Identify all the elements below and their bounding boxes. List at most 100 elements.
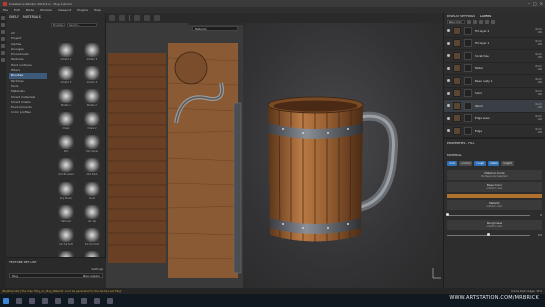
layer-row[interactable]: Scratches Norm 100	[444, 50, 545, 63]
category-item[interactable]: Color profiles	[9, 110, 47, 115]
chip-height[interactable]: height	[501, 161, 514, 166]
clone-tool-icon[interactable]	[1, 51, 5, 55]
layer-row[interactable]: Edge wear Norm 100	[444, 113, 545, 125]
picker-tool-icon[interactable]	[1, 58, 5, 62]
tab-materials[interactable]: MATERIALS	[23, 15, 41, 19]
brush-thumb[interactable]: Chalk 2	[80, 112, 104, 133]
eye-icon[interactable]	[447, 54, 450, 58]
eye-icon[interactable]	[447, 79, 450, 83]
shader-dropdown[interactable]: Main shader	[83, 274, 100, 278]
metallic-slider-knob[interactable]	[445, 213, 449, 216]
menu-window[interactable]: Window	[40, 8, 52, 12]
metallic-slider[interactable]: 0	[445, 212, 542, 218]
roughness-slider-knob[interactable]	[487, 233, 490, 236]
3d-viewport[interactable]	[243, 23, 443, 288]
eye-icon[interactable]	[447, 129, 450, 133]
brush-thumb[interactable]: Dirt	[54, 135, 78, 156]
material-mode-field[interactable]: Material mode No Resource Selected	[447, 170, 542, 180]
uv-viewport[interactable]	[106, 13, 243, 288]
paint-tool-icon[interactable]	[1, 16, 5, 20]
uv-texture-canvas[interactable]	[106, 13, 243, 288]
metallic-field[interactable]: Metallic uniform color	[447, 200, 542, 210]
roughness-value[interactable]: 0.5	[532, 234, 542, 237]
smudge-tool-icon[interactable]	[1, 44, 5, 48]
projection-tool-icon[interactable]	[1, 30, 5, 34]
tab-shelf[interactable]: SHELF	[9, 15, 19, 19]
brush-thumb[interactable]: Ink Tip Soft	[54, 227, 78, 249]
maximize-icon[interactable]: □	[533, 1, 537, 6]
view-mode-icon[interactable]	[109, 15, 115, 21]
brush-thumb[interactable]: Artistic 1	[54, 43, 78, 64]
menu-mode[interactable]: Mode	[26, 8, 34, 12]
chip-color[interactable]: color	[447, 161, 458, 166]
browser-icon[interactable]	[55, 297, 61, 304]
brush-thumb[interactable]: Dirt Dust	[80, 158, 104, 179]
brush-thumb[interactable]: Chalk	[54, 112, 78, 133]
brush-thumb[interactable]: Bristle 2	[80, 89, 104, 110]
search-icon[interactable]	[16, 297, 22, 304]
metallic-value[interactable]: 0	[532, 214, 542, 217]
eraser-tool-icon[interactable]	[1, 23, 5, 27]
brush-thumb[interactable]: Ink Tip Hard	[80, 227, 104, 249]
split-view-icon[interactable]	[154, 15, 160, 21]
eye-icon[interactable]	[447, 66, 450, 70]
substance-painter-icon[interactable]	[81, 297, 87, 304]
file-explorer-icon[interactable]	[42, 297, 48, 304]
brush-thumb[interactable]: Dirt Brushed	[54, 158, 78, 179]
add-folder-icon[interactable]	[485, 20, 489, 24]
chip-metal[interactable]: metal	[488, 161, 500, 166]
layer-row[interactable]: Edge Norm 100	[444, 125, 545, 138]
task-view-icon[interactable]	[29, 297, 35, 304]
brush-thumb[interactable]: Dirt Spots	[80, 135, 104, 156]
brush-thumb[interactable]: Hatched	[54, 204, 78, 226]
base-color-field[interactable]: Base Color uniform color	[447, 182, 542, 192]
menu-file[interactable]: File	[3, 8, 8, 12]
eye-icon[interactable]	[447, 29, 450, 33]
brush-thumb[interactable]: Bristle 1	[54, 89, 78, 110]
chip-rough[interactable]: rough	[474, 161, 487, 166]
brush-thumb[interactable]: Artistic 2	[80, 43, 104, 64]
chip-normal[interactable]: normal	[459, 161, 473, 166]
app-icon[interactable]	[107, 297, 113, 304]
menu-edit[interactable]: Edit	[14, 8, 20, 12]
eye-icon[interactable]	[447, 91, 450, 95]
geometry-mask-icon[interactable]	[1, 37, 5, 41]
eye-icon[interactable]	[447, 41, 450, 45]
app-icon[interactable]	[94, 297, 100, 304]
settings-button[interactable]: Settings	[92, 267, 103, 271]
brush-thumb[interactable]: Artistic 3	[54, 66, 78, 87]
start-icon[interactable]	[3, 297, 9, 304]
eye-icon[interactable]	[447, 104, 450, 108]
shelf-filter-dropdown[interactable]: Brushes	[51, 22, 65, 27]
base-color-swatch[interactable]	[447, 194, 542, 198]
tab-layers[interactable]: LAYERS	[480, 14, 491, 18]
layer-row[interactable]: Metal Norm 100	[444, 63, 545, 75]
minimize-icon[interactable]: –	[528, 1, 530, 6]
channel-dropdown[interactable]: Base Color	[447, 20, 465, 24]
brush-thumb[interactable]: Artistic 4	[80, 66, 104, 87]
menu-help[interactable]: Help	[94, 8, 101, 12]
layout-3d-icon[interactable]	[144, 15, 150, 21]
camera-icon[interactable]	[119, 15, 125, 21]
layer-row[interactable]: Fill layer 1 Norm 100	[444, 38, 545, 50]
brush-thumb[interactable]: Dust	[80, 181, 104, 203]
roughness-slider[interactable]: 0.5	[447, 232, 542, 238]
menu-viewport[interactable]: Viewport	[58, 8, 71, 12]
mug-3d-canvas[interactable]	[243, 23, 443, 288]
shelf-search-input[interactable]: Search...	[67, 22, 97, 27]
add-fill-icon[interactable]	[473, 20, 477, 24]
layout-2d-icon[interactable]	[134, 15, 140, 21]
brush-thumb[interactable]: Dry Brush	[54, 181, 78, 203]
tab-display-settings[interactable]: DISPLAY SETTINGS	[447, 14, 475, 18]
layer-row[interactable]: Fill layer 2 Norm 100	[444, 25, 545, 38]
steam-icon[interactable]	[68, 297, 74, 304]
add-mask-icon[interactable]	[479, 20, 483, 24]
viewport-2d-mode-dropdown[interactable]: Material	[192, 26, 238, 31]
texture-set-item-mug[interactable]: Mug Main shader	[9, 273, 103, 278]
menu-plugins[interactable]: Plugins	[77, 8, 88, 12]
eye-icon[interactable]	[447, 116, 450, 120]
layer-row[interactable]: Solid Norm 100	[444, 88, 545, 100]
roughness-field[interactable]: Roughness uniform color	[447, 220, 542, 230]
layer-row[interactable]: Base rusty 1 Norm 100	[444, 75, 545, 88]
layer-row-selected[interactable]: Wood Norm 100	[444, 100, 545, 113]
